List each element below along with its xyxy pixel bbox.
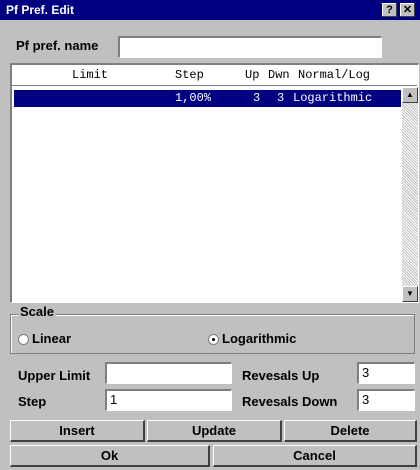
- update-button[interactable]: Update: [147, 420, 282, 442]
- linear-radio[interactable]: [18, 334, 29, 345]
- pf-pref-edit-dialog: Pf Pref. Edit ? ✕ Pf pref. name Limit St…: [0, 0, 420, 470]
- list-row[interactable]: 1,00% 3 3 Logarithmic: [14, 90, 401, 107]
- column-header-step[interactable]: Step: [175, 68, 204, 82]
- scroll-up-icon[interactable]: ▲: [402, 87, 418, 103]
- cell-up: 3: [253, 91, 261, 105]
- upper-limit-label: Upper Limit: [18, 368, 91, 383]
- column-header-up[interactable]: Up: [245, 68, 259, 82]
- list-header: Limit Step Up Dwn Normal/Log: [12, 65, 417, 86]
- column-header-limit[interactable]: Limit: [72, 68, 108, 82]
- step-label: Step: [18, 394, 47, 409]
- delete-button[interactable]: Delete: [284, 420, 417, 442]
- upper-limit-input[interactable]: [105, 362, 232, 384]
- cell-dwn: 3: [277, 91, 285, 105]
- reversals-up-label: Revesals Up: [242, 368, 320, 383]
- logarithmic-radio-label[interactable]: Logarithmic: [222, 331, 296, 346]
- scale-group-label: Scale: [18, 304, 56, 319]
- cell-step: 1,00%: [175, 91, 212, 105]
- radio-selected-dot-icon: [212, 338, 215, 341]
- reversals-up-input[interactable]: 3: [357, 362, 415, 384]
- ok-button[interactable]: Ok: [10, 445, 210, 467]
- help-button[interactable]: ?: [382, 3, 397, 17]
- title-bar: Pf Pref. Edit ? ✕: [0, 0, 420, 20]
- cell-normal-log: Logarithmic: [293, 91, 373, 105]
- window-title: Pf Pref. Edit: [6, 3, 75, 17]
- reversals-down-label: Revesals Down: [242, 394, 338, 409]
- cancel-button[interactable]: Cancel: [213, 445, 417, 467]
- column-header-dwn[interactable]: Dwn: [268, 68, 290, 82]
- reversals-down-input[interactable]: 3: [357, 389, 415, 411]
- linear-radio-label[interactable]: Linear: [32, 331, 71, 346]
- close-button[interactable]: ✕: [400, 3, 415, 17]
- scroll-down-icon[interactable]: ▼: [402, 286, 418, 302]
- column-header-normal-log[interactable]: Normal/Log: [298, 68, 370, 82]
- insert-button[interactable]: Insert: [10, 420, 145, 442]
- step-input[interactable]: 1: [105, 389, 232, 411]
- pref-name-label: Pf pref. name: [16, 38, 99, 53]
- limits-list[interactable]: Limit Step Up Dwn Normal/Log 1,00% 3 3 L…: [10, 63, 419, 303]
- pref-name-input[interactable]: [118, 36, 382, 58]
- logarithmic-radio[interactable]: [208, 334, 219, 345]
- list-vertical-scrollbar[interactable]: ▲ ▼: [402, 87, 418, 302]
